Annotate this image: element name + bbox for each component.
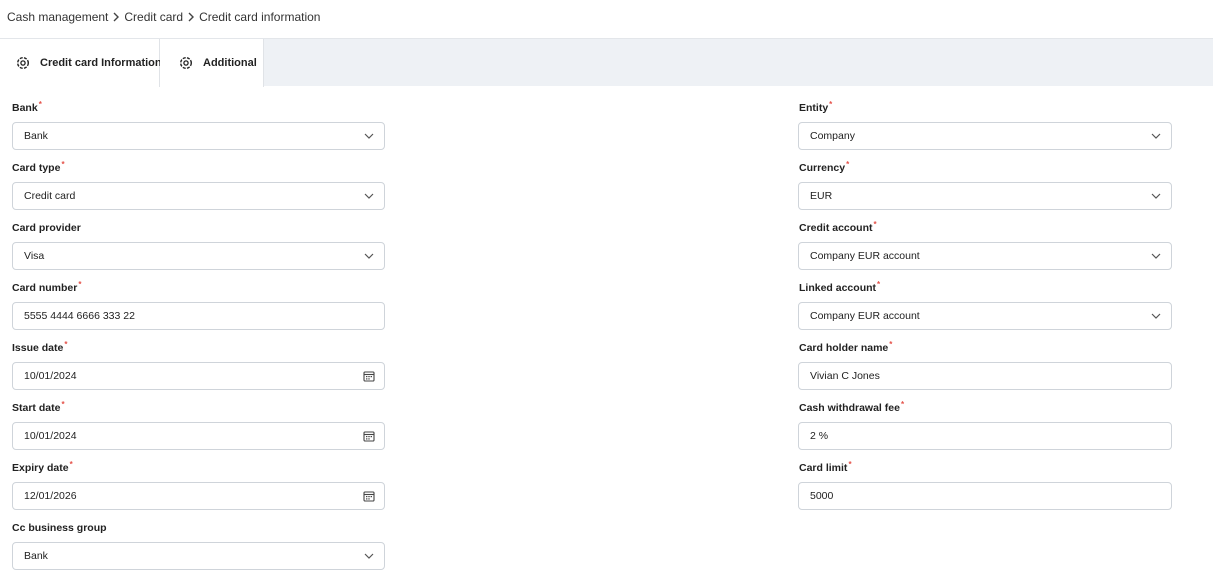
bank-value: Bank bbox=[24, 130, 48, 142]
card-provider-label: Card provider bbox=[12, 222, 81, 234]
start-date-input[interactable]: 10/01/2024 bbox=[12, 422, 385, 450]
currency-label-text: Currency bbox=[799, 162, 846, 174]
entity-label-text: Entity bbox=[799, 102, 829, 114]
card-number-value: 5555 4444 6666 333 22 bbox=[24, 310, 135, 322]
card-limit-value: 5000 bbox=[810, 490, 834, 502]
linked-account-select[interactable]: Company EUR account bbox=[798, 302, 1172, 330]
card-holder-name-value: Vivian C Jones bbox=[810, 370, 880, 382]
expiry-date-input[interactable]: 12/01/2026 bbox=[12, 482, 385, 510]
linked-account-label-text: Linked account bbox=[799, 282, 877, 294]
cc-business-group-label: Cc business group bbox=[12, 522, 107, 534]
bank-label: Bank* bbox=[12, 100, 42, 114]
card-number-label-text: Card number bbox=[12, 282, 78, 294]
chevron-down-icon bbox=[1141, 303, 1171, 329]
credit-account-value: Company EUR account bbox=[810, 250, 920, 262]
cc-business-group-label-text: Cc business group bbox=[12, 522, 107, 534]
settings-icon bbox=[179, 56, 193, 70]
required-marker: * bbox=[61, 400, 65, 409]
bank-label-text: Bank bbox=[12, 102, 38, 114]
card-number-label: Card number* bbox=[12, 280, 82, 294]
required-marker: * bbox=[846, 160, 850, 169]
issue-date-label-text: Issue date bbox=[12, 342, 64, 354]
chevron-right-icon bbox=[187, 12, 195, 22]
required-marker: * bbox=[78, 280, 82, 289]
required-marker: * bbox=[900, 400, 905, 409]
tab-bar: Credit card Information Additional bbox=[0, 38, 1213, 87]
cc-business-group-value: Bank bbox=[24, 550, 48, 562]
card-provider-select[interactable]: Visa bbox=[12, 242, 385, 270]
tab-additional[interactable]: Additional bbox=[160, 39, 264, 87]
cash-withdrawal-fee-label-text: Cash withdrawal fee bbox=[799, 402, 900, 414]
settings-icon bbox=[16, 56, 30, 70]
card-provider-value: Visa bbox=[24, 250, 45, 262]
required-marker: * bbox=[69, 460, 73, 469]
entity-label: Entity* bbox=[799, 100, 833, 114]
required-marker: * bbox=[829, 100, 833, 109]
card-number-input[interactable]: 5555 4444 6666 333 22 bbox=[12, 302, 385, 330]
chevron-down-icon bbox=[1141, 243, 1171, 269]
expiry-date-value: 12/01/2026 bbox=[24, 490, 77, 502]
calendar-icon[interactable] bbox=[354, 483, 384, 509]
chevron-down-icon bbox=[354, 243, 384, 269]
bank-select[interactable]: Bank bbox=[12, 122, 385, 150]
cash-withdrawal-fee-value: 2 % bbox=[810, 430, 829, 442]
card-limit-input[interactable]: 5000 bbox=[798, 482, 1172, 510]
start-date-label: Start date* bbox=[12, 400, 65, 414]
card-type-value: Credit card bbox=[24, 190, 76, 202]
issue-date-value: 10/01/2024 bbox=[24, 370, 77, 382]
tab-label: Credit card Information bbox=[40, 57, 162, 69]
currency-select[interactable]: EUR bbox=[798, 182, 1172, 210]
card-holder-name-label-text: Card holder name bbox=[799, 342, 889, 354]
card-holder-name-label: Card holder name* bbox=[799, 340, 893, 354]
breadcrumb-credit-card[interactable]: Credit card bbox=[124, 10, 183, 24]
chevron-down-icon bbox=[1141, 183, 1171, 209]
calendar-icon[interactable] bbox=[354, 423, 384, 449]
credit-account-label: Credit account* bbox=[799, 220, 877, 234]
required-marker: * bbox=[877, 280, 881, 289]
breadcrumb: Cash management Credit card Credit card … bbox=[7, 9, 320, 25]
card-type-label-text: Card type bbox=[12, 162, 61, 174]
required-marker: * bbox=[38, 100, 42, 109]
breadcrumb-cash-management[interactable]: Cash management bbox=[7, 10, 108, 24]
cash-withdrawal-fee-input[interactable]: 2 % bbox=[798, 422, 1172, 450]
chevron-down-icon bbox=[354, 123, 384, 149]
currency-label: Currency* bbox=[799, 160, 850, 174]
breadcrumb-credit-card-information: Credit card information bbox=[199, 10, 321, 24]
linked-account-value: Company EUR account bbox=[810, 310, 920, 322]
required-marker: * bbox=[848, 460, 852, 469]
credit-account-label-text: Credit account bbox=[799, 222, 873, 234]
card-limit-label: Card limit* bbox=[799, 460, 852, 474]
card-type-label: Card type* bbox=[12, 160, 65, 174]
card-provider-label-text: Card provider bbox=[12, 222, 81, 234]
currency-value: EUR bbox=[810, 190, 833, 202]
chevron-down-icon bbox=[354, 183, 384, 209]
start-date-value: 10/01/2024 bbox=[24, 430, 77, 442]
chevron-down-icon bbox=[354, 543, 384, 569]
start-date-label-text: Start date bbox=[12, 402, 61, 414]
tab-label: Additional bbox=[203, 57, 257, 69]
linked-account-label: Linked account* bbox=[799, 280, 881, 294]
required-marker: * bbox=[61, 160, 65, 169]
card-type-select[interactable]: Credit card bbox=[12, 182, 385, 210]
tab-credit-card-information[interactable]: Credit card Information bbox=[0, 39, 162, 87]
expiry-date-label: Expiry date* bbox=[12, 460, 73, 474]
calendar-icon[interactable] bbox=[354, 363, 384, 389]
chevron-down-icon bbox=[1141, 123, 1171, 149]
expiry-date-label-text: Expiry date bbox=[12, 462, 69, 474]
entity-value: Company bbox=[810, 130, 855, 142]
entity-select[interactable]: Company bbox=[798, 122, 1172, 150]
card-limit-label-text: Card limit bbox=[799, 462, 848, 474]
required-marker: * bbox=[873, 220, 877, 229]
required-marker: * bbox=[64, 340, 68, 349]
required-marker: * bbox=[889, 340, 893, 349]
credit-account-select[interactable]: Company EUR account bbox=[798, 242, 1172, 270]
cash-withdrawal-fee-label: Cash withdrawal fee* bbox=[799, 400, 905, 414]
chevron-right-icon bbox=[112, 12, 120, 22]
cc-business-group-select[interactable]: Bank bbox=[12, 542, 385, 570]
issue-date-label: Issue date* bbox=[12, 340, 68, 354]
issue-date-input[interactable]: 10/01/2024 bbox=[12, 362, 385, 390]
card-holder-name-input[interactable]: Vivian C Jones bbox=[798, 362, 1172, 390]
